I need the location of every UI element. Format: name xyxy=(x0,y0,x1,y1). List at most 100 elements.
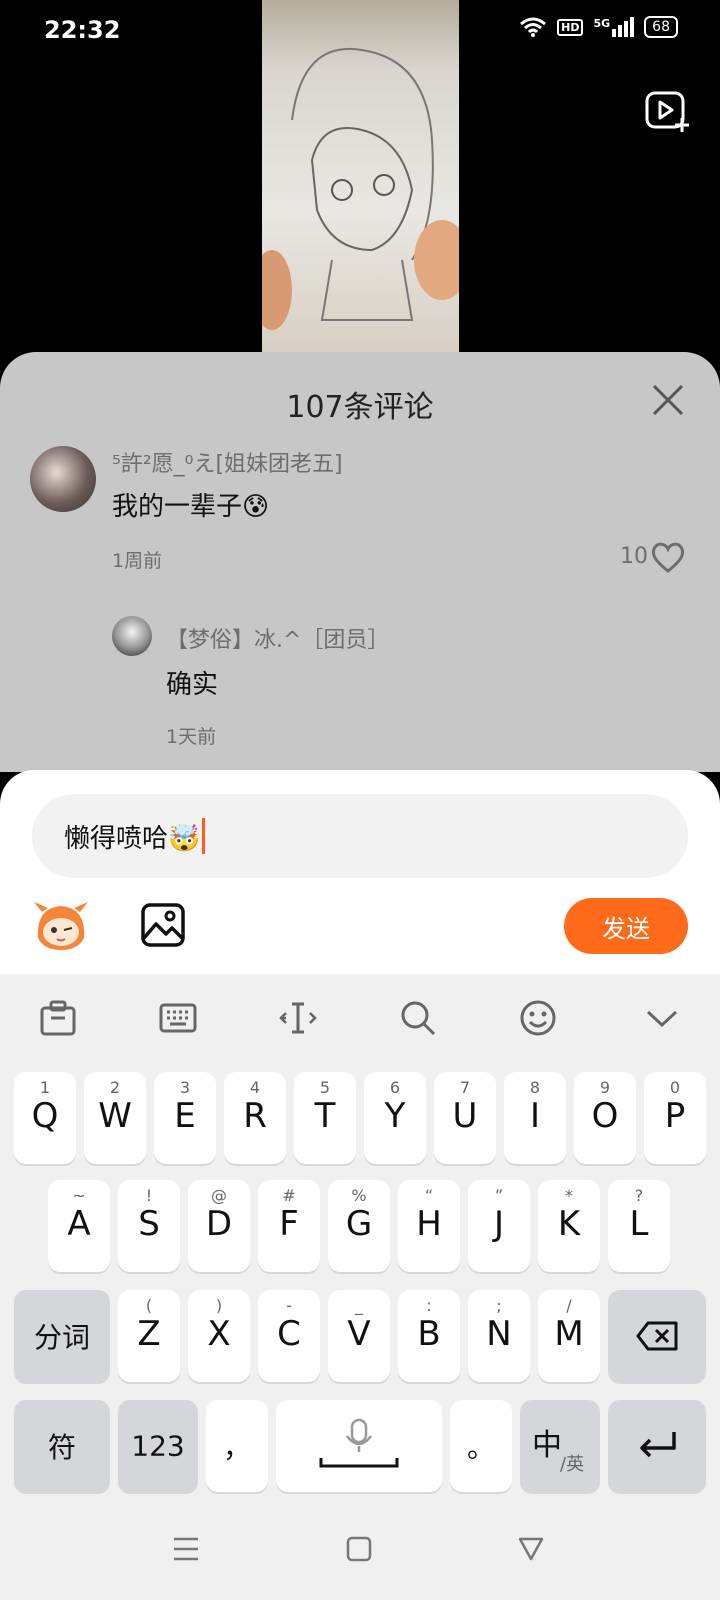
comma-key-label: ， xyxy=(222,1431,251,1464)
key-secondary-label: 0 xyxy=(669,1078,681,1097)
key-label: G xyxy=(345,1204,373,1244)
avatar[interactable] xyxy=(112,616,152,656)
key-b[interactable]: :B xyxy=(398,1290,460,1382)
key-label: Q xyxy=(31,1096,59,1136)
keyboard xyxy=(0,974,720,1600)
enter-key[interactable] xyxy=(608,1400,706,1492)
avatar[interactable] xyxy=(30,446,96,512)
space-key[interactable] xyxy=(276,1400,442,1492)
chevron-down-icon[interactable] xyxy=(642,998,682,1038)
clipboard-icon[interactable] xyxy=(38,998,78,1038)
emoji-icon[interactable] xyxy=(518,998,558,1038)
key-w[interactable]: 2W xyxy=(84,1072,146,1164)
comment-username[interactable]: ⁵許²愿_⁰え[姐妹团老五] xyxy=(112,446,343,478)
key-secondary-label: 6 xyxy=(389,1078,401,1097)
key-q[interactable]: 1Q xyxy=(14,1072,76,1164)
key-label: E xyxy=(174,1096,196,1136)
key-r[interactable]: 4R xyxy=(224,1072,286,1164)
menu-icon[interactable] xyxy=(172,1536,200,1562)
signal-icon xyxy=(612,17,635,37)
heart-icon[interactable] xyxy=(650,540,686,574)
search-icon[interactable] xyxy=(398,998,438,1038)
key-secondary-label: 4 xyxy=(249,1078,261,1097)
key-secondary-label: # xyxy=(282,1186,296,1205)
comma-key[interactable]: ， xyxy=(206,1400,268,1492)
segment-key[interactable]: 分词 xyxy=(14,1290,110,1382)
key-l[interactable]: ? L xyxy=(608,1180,670,1272)
key-label: T xyxy=(314,1096,336,1136)
home-icon[interactable] xyxy=(346,1536,372,1562)
key-p[interactable]: 0P xyxy=(644,1072,706,1164)
key-i[interactable]: 8I xyxy=(504,1072,566,1164)
key-v[interactable]: _ V xyxy=(328,1290,390,1382)
key-d[interactable]: @ D xyxy=(188,1180,250,1272)
add-video-icon[interactable] xyxy=(644,88,690,134)
battery-indicator: 68 xyxy=(644,16,678,38)
key-m[interactable]: / M xyxy=(538,1290,600,1382)
key-h[interactable]: “H xyxy=(398,1180,460,1272)
key-label: J xyxy=(493,1204,505,1244)
key-secondary-label: : xyxy=(426,1296,432,1315)
key-secondary-label: 1 xyxy=(39,1078,51,1097)
status-time: 22:32 xyxy=(44,16,121,44)
key-y[interactable]: 6Y xyxy=(364,1072,426,1164)
key-secondary-label: @ xyxy=(211,1186,227,1205)
key-secondary-label: ! xyxy=(145,1186,153,1205)
video-preview[interactable] xyxy=(262,0,459,352)
key-o[interactable]: 9O xyxy=(574,1072,636,1164)
key-a[interactable]: ~ A xyxy=(48,1180,110,1272)
language-sub-label: /英 xyxy=(560,1454,585,1475)
key-label: X xyxy=(207,1314,231,1354)
key-secondary-label: / xyxy=(566,1296,572,1315)
key-f[interactable]: # F xyxy=(258,1180,320,1272)
key-secondary-label: * xyxy=(565,1186,573,1205)
cursor-move-icon[interactable] xyxy=(278,998,318,1038)
key-secondary-label: 2 xyxy=(109,1078,121,1097)
key-g[interactable]: % G xyxy=(328,1180,390,1272)
hd-badge: HD xyxy=(557,18,584,36)
key-x[interactable]: ) X xyxy=(188,1290,250,1382)
image-icon[interactable] xyxy=(140,902,186,948)
close-icon[interactable] xyxy=(650,382,686,418)
key-k[interactable]: * K xyxy=(538,1180,600,1272)
key-secondary-label: 7 xyxy=(459,1078,471,1097)
back-icon[interactable] xyxy=(518,1536,544,1562)
key-label: P xyxy=(664,1096,686,1136)
key-label: D xyxy=(205,1204,233,1244)
wifi-icon xyxy=(520,17,547,37)
key-s[interactable]: ! S xyxy=(118,1180,180,1272)
symbol-key-label: 符 xyxy=(47,1431,76,1464)
key-label: K xyxy=(557,1204,581,1244)
key-secondary-label: 9 xyxy=(599,1078,611,1097)
key-n[interactable]: ; N xyxy=(468,1290,530,1382)
key-e[interactable]: 3E xyxy=(154,1072,216,1164)
comment-text: 我的一辈子😰 xyxy=(112,492,270,522)
period-key[interactable]: 。 xyxy=(450,1400,512,1492)
comment-text: 确实 xyxy=(166,670,219,700)
key-label: M xyxy=(554,1314,584,1354)
network-indicator: 5G xyxy=(593,17,635,37)
microphone-icon xyxy=(319,1418,399,1468)
number-key[interactable]: 123 xyxy=(118,1400,198,1492)
key-t[interactable]: 5T xyxy=(294,1072,356,1164)
key-label: U xyxy=(452,1096,478,1136)
key-u[interactable]: 7U xyxy=(434,1072,496,1164)
symbol-key[interactable]: 符 xyxy=(14,1400,110,1492)
key-label: Y xyxy=(384,1096,406,1136)
key-label: A xyxy=(67,1204,91,1244)
comment-input[interactable]: 懒得喷哈🤯 xyxy=(32,794,688,878)
key-z[interactable]: (Z xyxy=(118,1290,180,1382)
return-icon xyxy=(640,1432,676,1458)
key-j[interactable]: ” J xyxy=(468,1180,530,1272)
key-c[interactable]: -C xyxy=(258,1290,320,1382)
comment-username[interactable]: 【梦俗】冰.^［团员］ xyxy=(166,622,389,654)
backspace-icon xyxy=(636,1321,678,1351)
send-button[interactable]: 发送 xyxy=(564,898,688,954)
keyboard-icon[interactable] xyxy=(158,998,198,1038)
sticker-icon[interactable] xyxy=(30,898,92,952)
comment-input-value: 懒得喷哈🤯 xyxy=(64,823,201,854)
language-toggle-key[interactable]: 中 /英 xyxy=(520,1400,600,1492)
key-label: R xyxy=(243,1096,267,1136)
backspace-key[interactable] xyxy=(608,1290,706,1382)
network-label: 5G xyxy=(593,17,611,30)
